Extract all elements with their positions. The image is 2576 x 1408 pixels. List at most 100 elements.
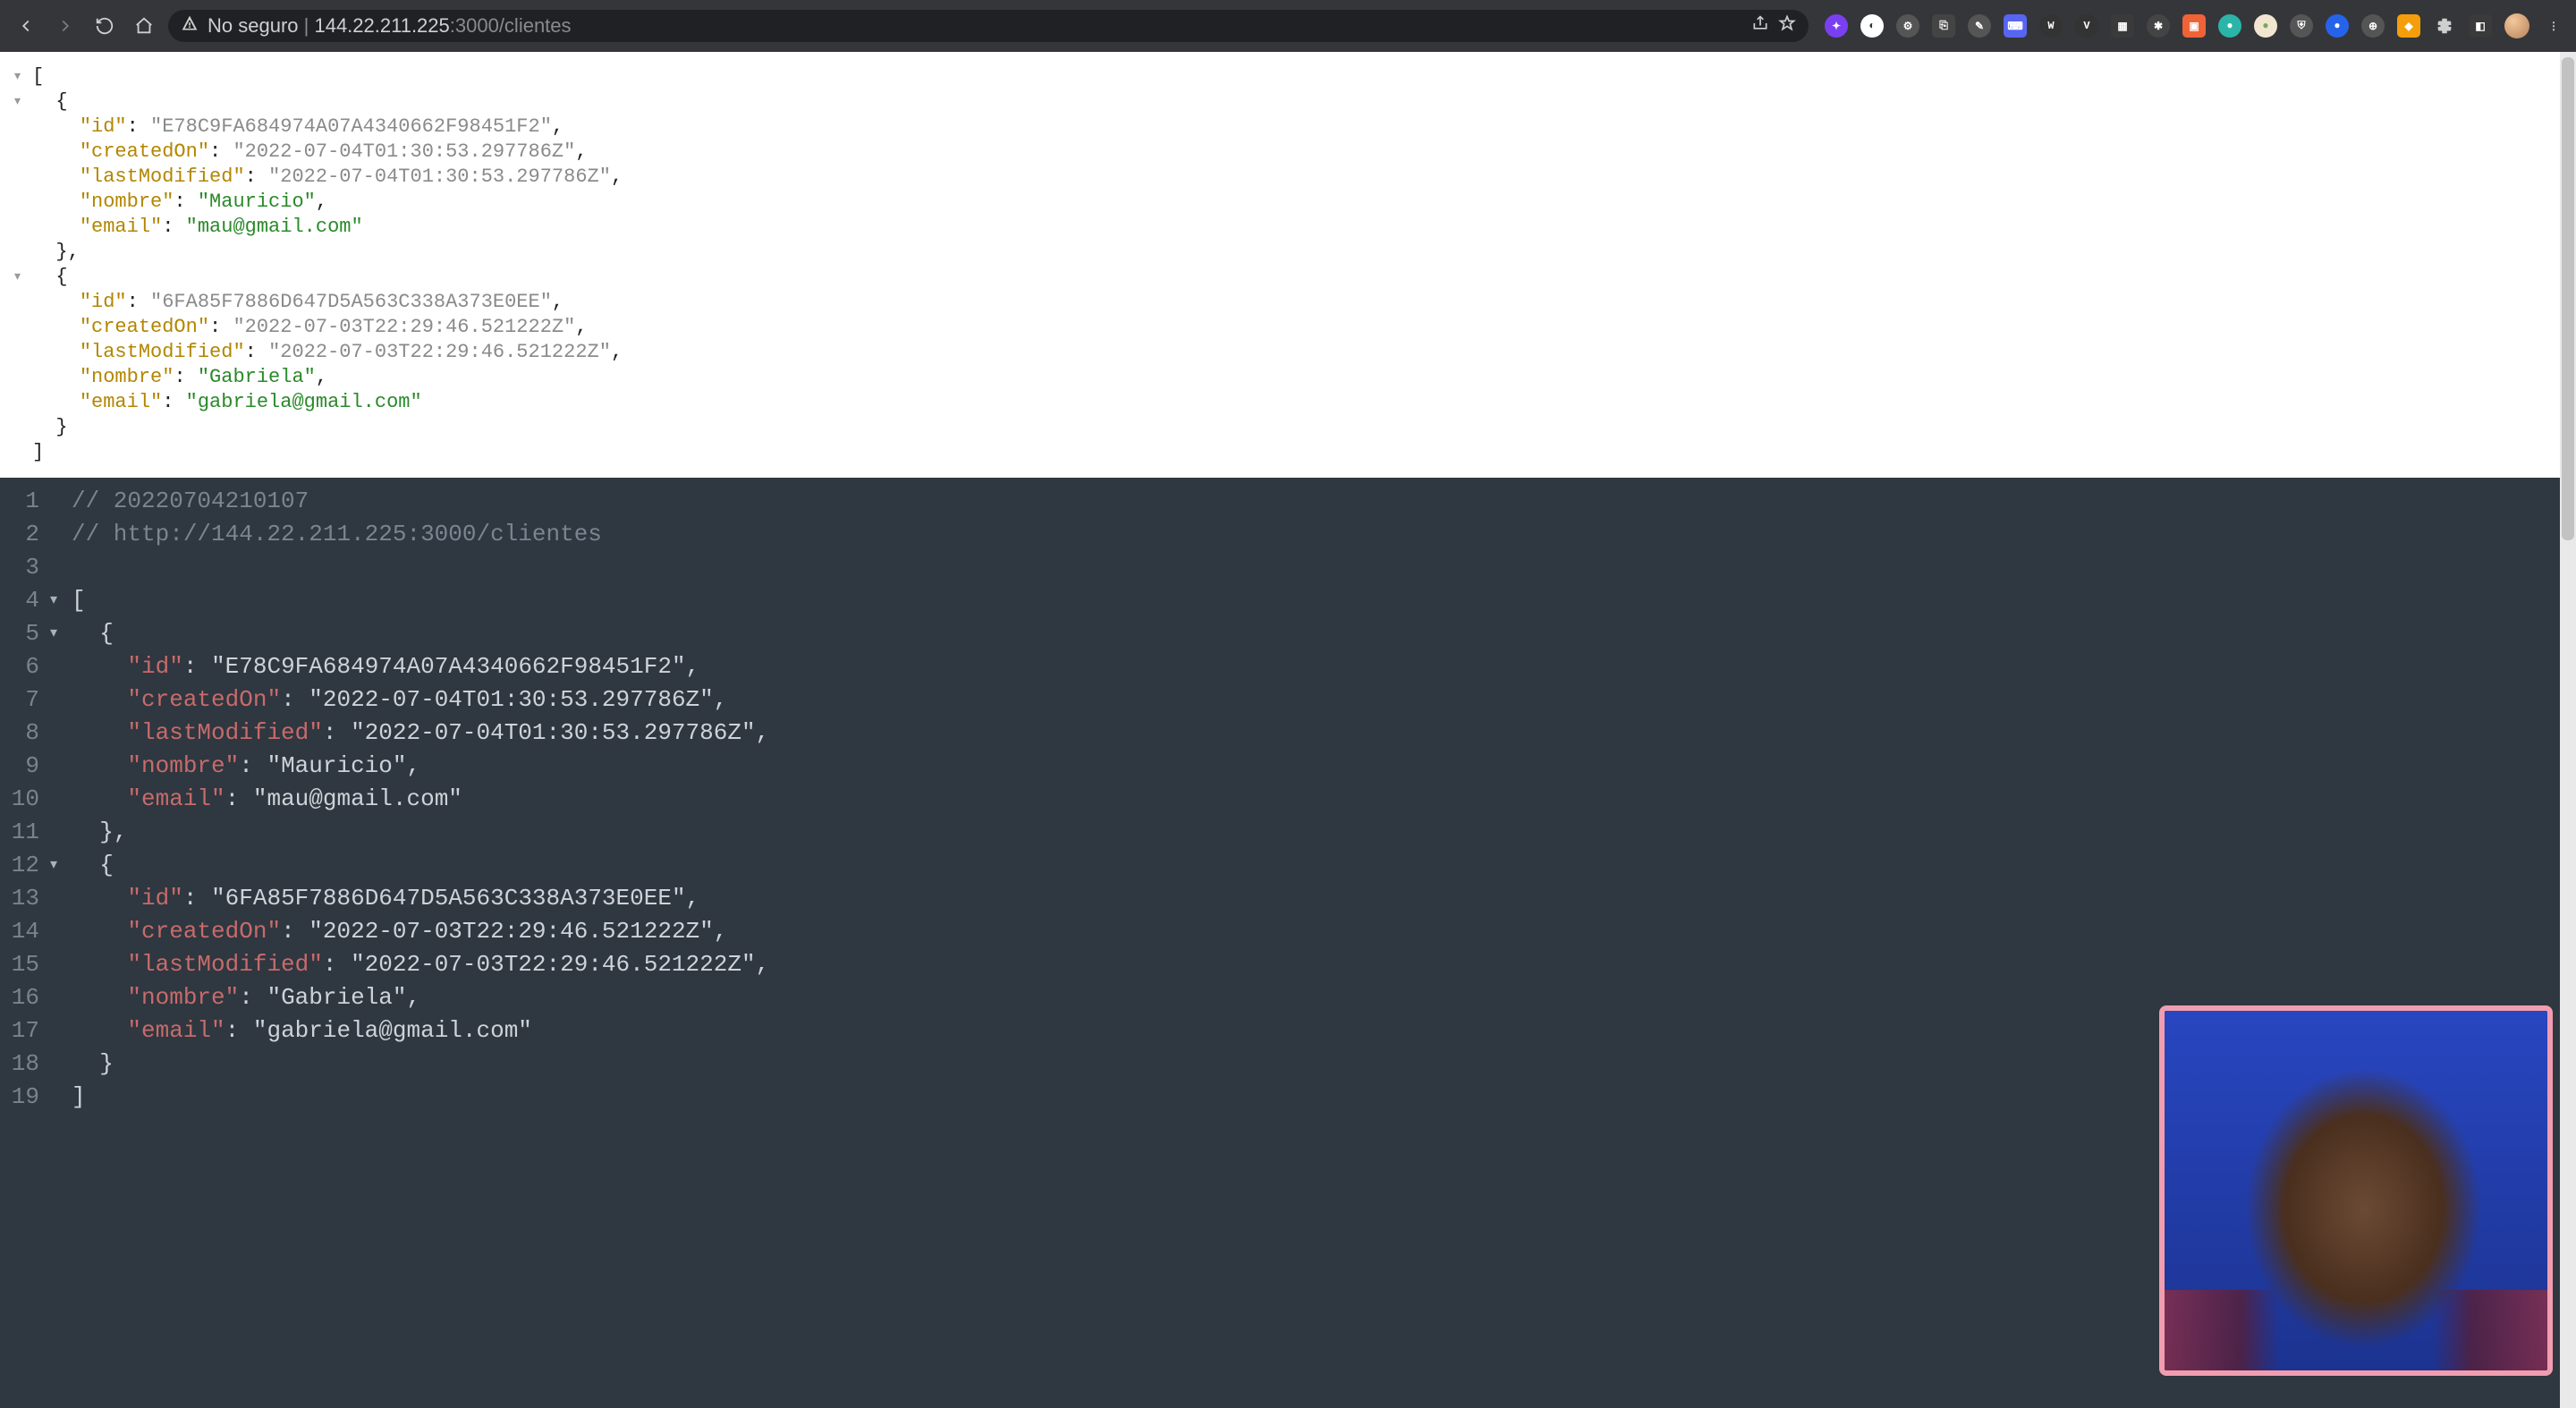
share-icon[interactable]: [1751, 14, 1769, 38]
light-json-line: "createdOn": "2022-07-03T22:29:46.521222…: [32, 315, 2576, 340]
light-json-line: {: [32, 89, 2576, 115]
light-json-line: "id": "E78C9FA684974A07A4340662F98451F2"…: [32, 115, 2576, 140]
extension-icon[interactable]: ▣: [2182, 14, 2206, 38]
extension-icon[interactable]: ✎: [1968, 14, 1991, 38]
url-host: 144.22.211.225: [314, 14, 449, 37]
light-json-line: "email": "gabriela@gmail.com": [32, 390, 2576, 415]
code-line: "lastModified": "2022-07-04T01:30:53.297…: [72, 717, 2576, 750]
fold-marker: [50, 783, 72, 816]
fold-marker: [50, 551, 72, 584]
line-number: 3: [0, 551, 39, 584]
code-line: "nombre": "Mauricio",: [72, 750, 2576, 783]
extension-icon[interactable]: ✦: [1825, 14, 1848, 38]
fold-marker: [50, 1081, 72, 1114]
code-line: "id": "E78C9FA684974A07A4340662F98451F2"…: [72, 650, 2576, 683]
code-line: [72, 551, 2576, 584]
light-json-line: "lastModified": "2022-07-04T01:30:53.297…: [32, 165, 2576, 190]
browser-toolbar: No seguro | 144.22.211.225:3000/clientes…: [0, 0, 2576, 52]
fold-marker: [50, 1014, 72, 1048]
vertical-scrollbar[interactable]: [2560, 52, 2576, 1408]
fold-marker: [50, 650, 72, 683]
extension-icon[interactable]: ⎘: [1932, 14, 1955, 38]
line-number: 12: [0, 849, 39, 882]
extension-icon[interactable]: ●: [2326, 14, 2349, 38]
side-panel-icon[interactable]: ◧: [2469, 14, 2492, 38]
line-number: 16: [0, 981, 39, 1014]
line-number: 19: [0, 1081, 39, 1114]
extension-icon[interactable]: W: [2039, 14, 2063, 38]
extension-icon[interactable]: ⛨: [2290, 14, 2313, 38]
fold-marker: [50, 518, 72, 551]
line-number: 6: [0, 650, 39, 683]
extension-icon[interactable]: ●: [2218, 14, 2241, 38]
code-line: "id": "6FA85F7886D647D5A563C338A373E0EE"…: [72, 882, 2576, 915]
light-json-view: [ { "id": "E78C9FA684974A07A4340662F9845…: [0, 52, 2576, 478]
address-text: No seguro | 144.22.211.225:3000/clientes: [208, 14, 572, 38]
code-line: "email": "mau@gmail.com": [72, 783, 2576, 816]
home-button[interactable]: [129, 11, 159, 41]
code-line: },: [72, 816, 2576, 849]
fold-marker[interactable]: ▾: [50, 849, 72, 882]
code-line: // 20220704210107: [72, 485, 2576, 518]
address-bar[interactable]: No seguro | 144.22.211.225:3000/clientes: [168, 10, 1809, 42]
fold-marker: [50, 882, 72, 915]
line-number: 4: [0, 584, 39, 617]
light-json-line: {: [32, 265, 2576, 290]
fold-marker[interactable]: ▾: [50, 584, 72, 617]
code-line: // http://144.22.211.225:3000/clientes: [72, 518, 2576, 551]
extension-icon[interactable]: ◆: [2397, 14, 2420, 38]
back-button[interactable]: [11, 11, 41, 41]
line-number: 15: [0, 948, 39, 981]
profile-avatar[interactable]: [2504, 13, 2529, 38]
code-line: "createdOn": "2022-07-03T22:29:46.521222…: [72, 915, 2576, 948]
reload-button[interactable]: [89, 11, 120, 41]
webcam-overlay: [2159, 1005, 2553, 1376]
security-label: No seguro: [208, 14, 299, 37]
light-json-line: "nombre": "Mauricio",: [32, 190, 2576, 215]
url-path: :3000/clientes: [450, 14, 572, 37]
light-json-line: "lastModified": "2022-07-03T22:29:46.521…: [32, 340, 2576, 365]
fold-marker: [50, 750, 72, 783]
code-line: [: [72, 584, 2576, 617]
line-number: 11: [0, 816, 39, 849]
scrollbar-thumb[interactable]: [2562, 57, 2574, 540]
code-line: "createdOn": "2022-07-04T01:30:53.297786…: [72, 683, 2576, 717]
fold-marker: [50, 683, 72, 717]
fold-marker: [50, 1048, 72, 1081]
chrome-menu-icon[interactable]: ⋮: [2542, 14, 2565, 38]
light-json-line: "createdOn": "2022-07-04T01:30:53.297786…: [32, 140, 2576, 165]
line-number: 17: [0, 1014, 39, 1048]
bookmark-star-icon[interactable]: [1778, 14, 1796, 38]
extension-icon[interactable]: ●: [2254, 14, 2277, 38]
line-number: 10: [0, 783, 39, 816]
fold-marker: [50, 816, 72, 849]
fold-marker: [50, 948, 72, 981]
light-json-line: [: [32, 64, 2576, 89]
extension-icon[interactable]: ◐: [1860, 14, 1884, 38]
line-number: 14: [0, 915, 39, 948]
fold-marker: [50, 717, 72, 750]
extension-icon[interactable]: ✱: [2147, 14, 2170, 38]
line-number: 18: [0, 1048, 39, 1081]
forward-button[interactable]: [50, 11, 80, 41]
light-json-line: },: [32, 240, 2576, 265]
extension-icon[interactable]: ⊕: [2361, 14, 2385, 38]
extension-icon[interactable]: ▦: [2111, 14, 2134, 38]
line-number: 13: [0, 882, 39, 915]
fold-marker: [50, 915, 72, 948]
extension-icon[interactable]: ⚙: [1896, 14, 1919, 38]
line-number: 9: [0, 750, 39, 783]
light-json-line: ]: [32, 440, 2576, 465]
fold-gutter: ▾▾ ▾: [50, 478, 72, 1408]
light-json-line: }: [32, 415, 2576, 440]
fold-marker: [50, 485, 72, 518]
light-json-line: "email": "mau@gmail.com": [32, 215, 2576, 240]
light-json-line: "id": "6FA85F7886D647D5A563C338A373E0EE"…: [32, 290, 2576, 315]
not-secure-icon: [181, 14, 199, 38]
code-line: {: [72, 617, 2576, 650]
fold-marker[interactable]: ▾: [50, 617, 72, 650]
extension-icon[interactable]: ⌨: [2004, 14, 2027, 38]
extension-icon[interactable]: V: [2075, 14, 2098, 38]
light-json-line: "nombre": "Gabriela",: [32, 365, 2576, 390]
extensions-menu-icon[interactable]: [2433, 14, 2456, 38]
